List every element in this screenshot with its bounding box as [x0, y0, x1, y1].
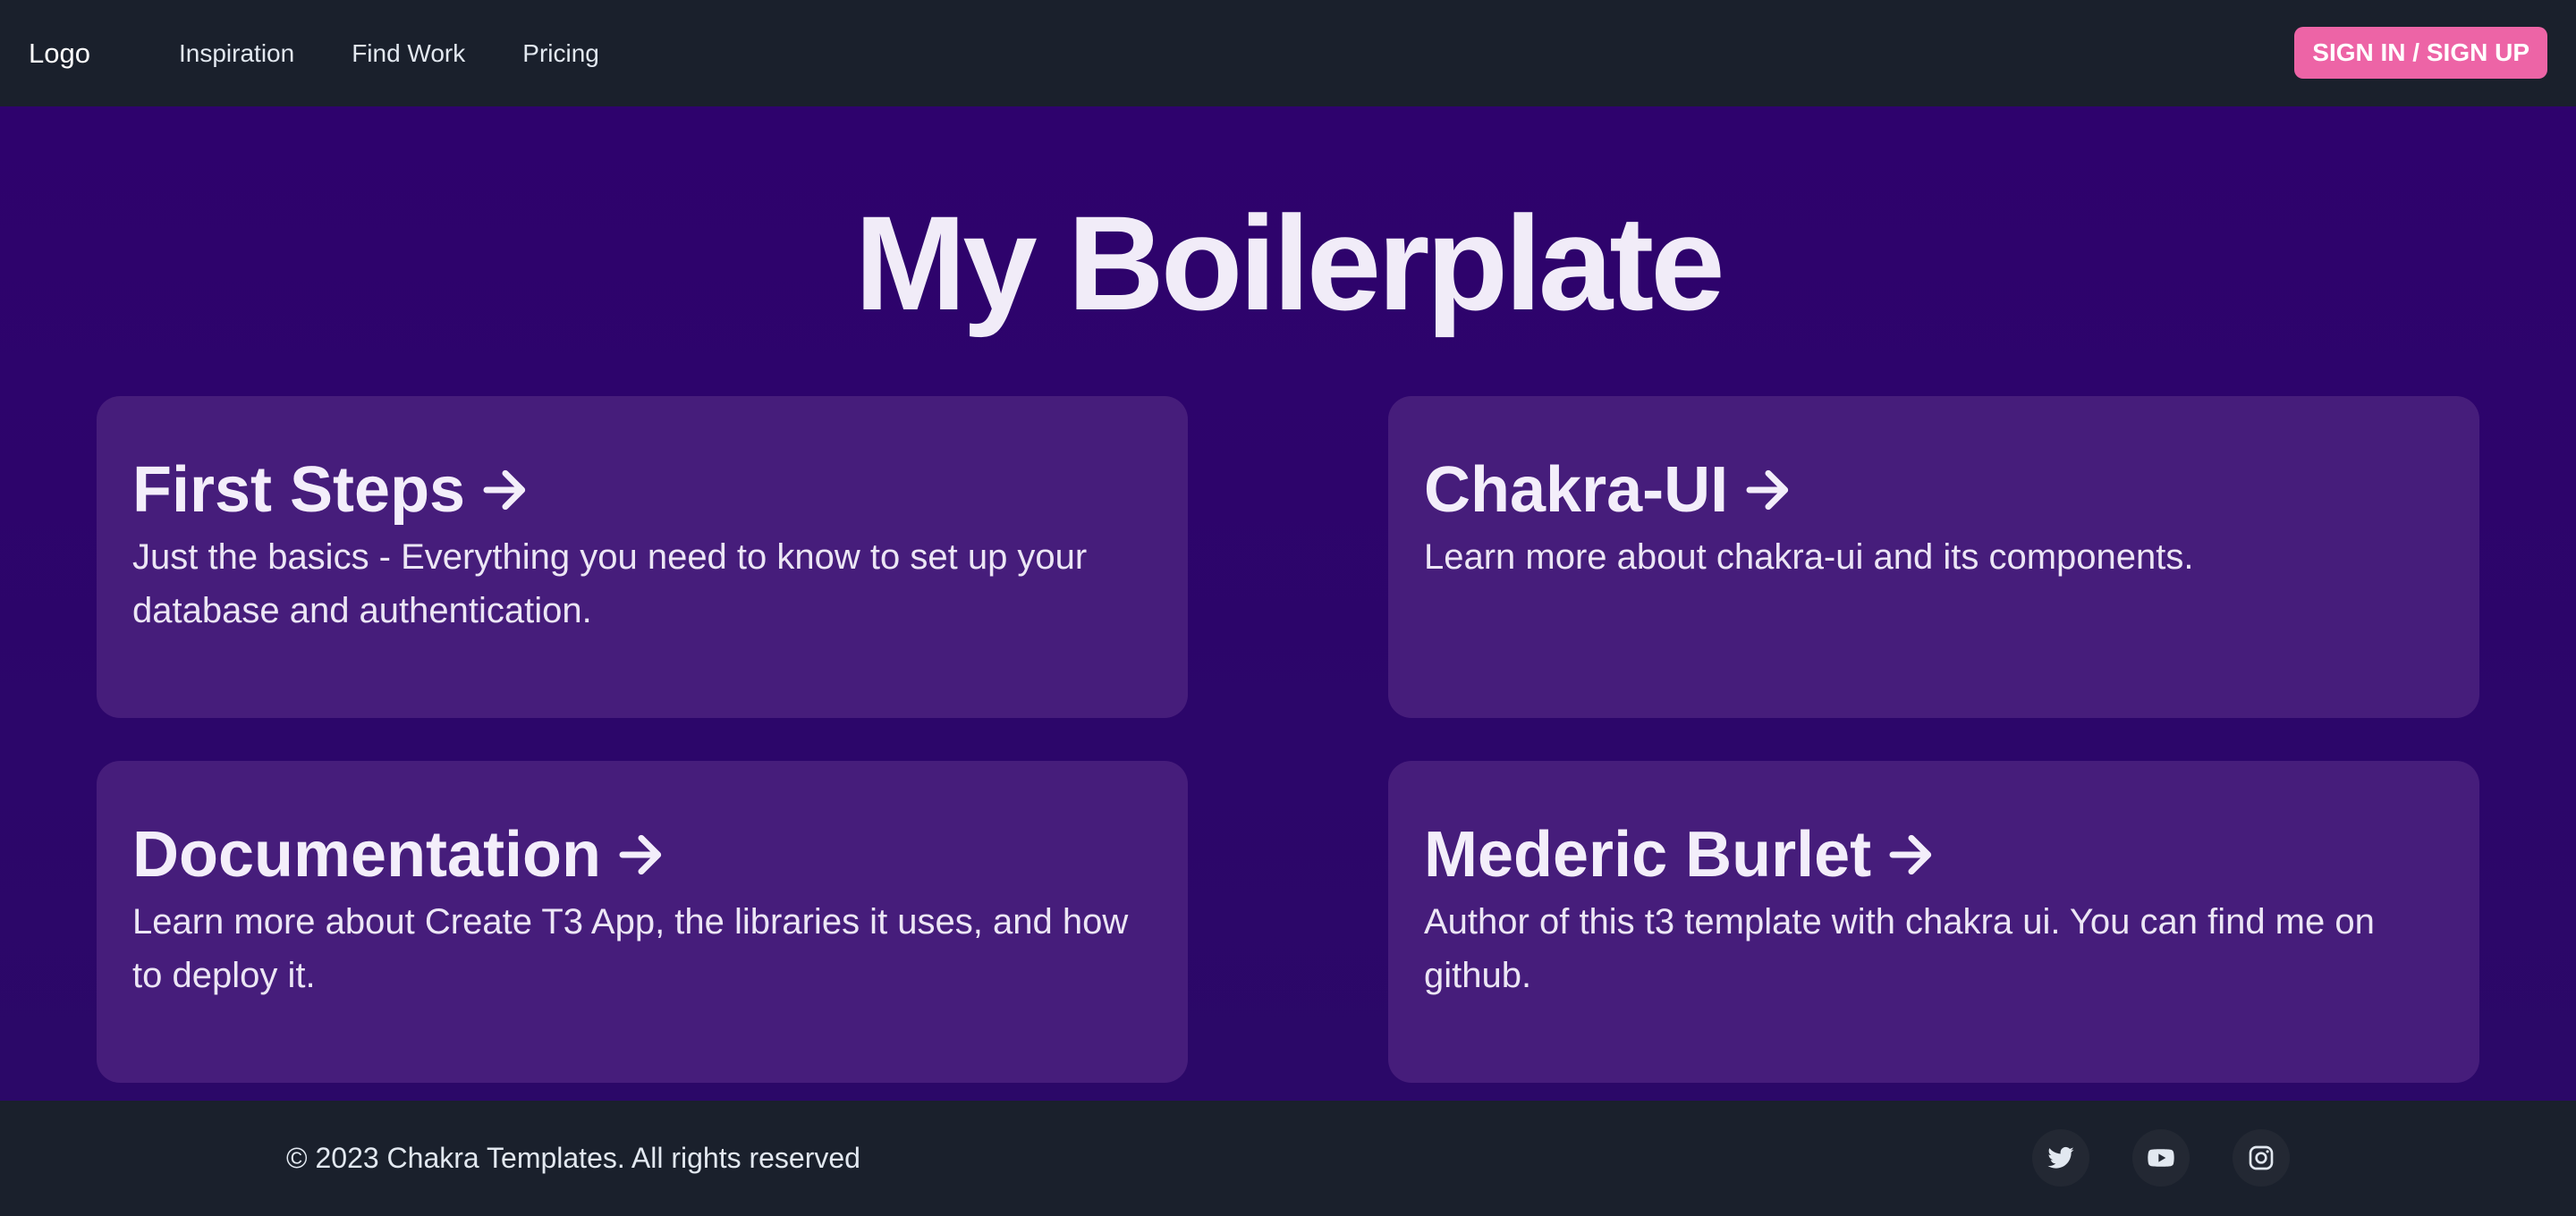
arrow-right-icon — [619, 834, 662, 875]
navbar: Logo Inspiration Find Work Pricing SIGN … — [0, 0, 2576, 106]
copyright-text: © 2023 Chakra Templates. All rights rese… — [286, 1142, 860, 1174]
instagram-button[interactable] — [2233, 1129, 2290, 1186]
logo[interactable]: Logo — [29, 0, 90, 106]
arrow-right-icon — [1889, 834, 1932, 875]
card-title: Documentation — [132, 819, 602, 891]
card-title-row: First Steps — [132, 450, 1152, 530]
card-first-steps[interactable]: First Steps Just the basics - Everything… — [97, 396, 1188, 718]
twitter-icon — [2047, 1146, 2074, 1169]
arrow-right-icon — [483, 469, 526, 511]
nav-links: Inspiration Find Work Pricing — [179, 0, 599, 106]
card-title: Chakra-UI — [1424, 454, 1729, 526]
card-description: Learn more about Create T3 App, the libr… — [132, 902, 1129, 995]
card-mederic-burlet[interactable]: Mederic Burlet Author of this t3 templat… — [1388, 761, 2479, 1083]
card-description: Just the basics - Everything you need to… — [132, 537, 1088, 630]
instagram-icon — [2249, 1145, 2274, 1170]
youtube-icon — [2148, 1149, 2174, 1167]
main-content: My Boilerplate First Steps Just the basi… — [0, 106, 2576, 1101]
nav-link-pricing[interactable]: Pricing — [522, 39, 599, 68]
twitter-button[interactable] — [2032, 1129, 2089, 1186]
youtube-button[interactable] — [2132, 1129, 2190, 1186]
page-title: My Boilerplate — [854, 188, 1724, 338]
card-description: Learn more about chakra-ui and its compo… — [1424, 537, 2194, 577]
card-title: Mederic Burlet — [1424, 819, 1872, 891]
nav-link-find-work[interactable]: Find Work — [352, 39, 465, 68]
nav-link-inspiration[interactable]: Inspiration — [179, 39, 294, 68]
card-title-row: Chakra-UI — [1424, 450, 2444, 530]
sign-in-button[interactable]: SIGN IN / SIGN UP — [2294, 27, 2547, 79]
card-description: Author of this t3 template with chakra u… — [1424, 902, 2375, 995]
card-title-row: Mederic Burlet — [1424, 815, 2444, 895]
card-documentation[interactable]: Documentation Learn more about Create T3… — [97, 761, 1188, 1083]
footer: © 2023 Chakra Templates. All rights rese… — [0, 1101, 2576, 1216]
arrow-right-icon — [1746, 469, 1789, 511]
card-title: First Steps — [132, 454, 466, 526]
card-chakra-ui[interactable]: Chakra-UI Learn more about chakra-ui and… — [1388, 396, 2479, 718]
card-title-row: Documentation — [132, 815, 1152, 895]
